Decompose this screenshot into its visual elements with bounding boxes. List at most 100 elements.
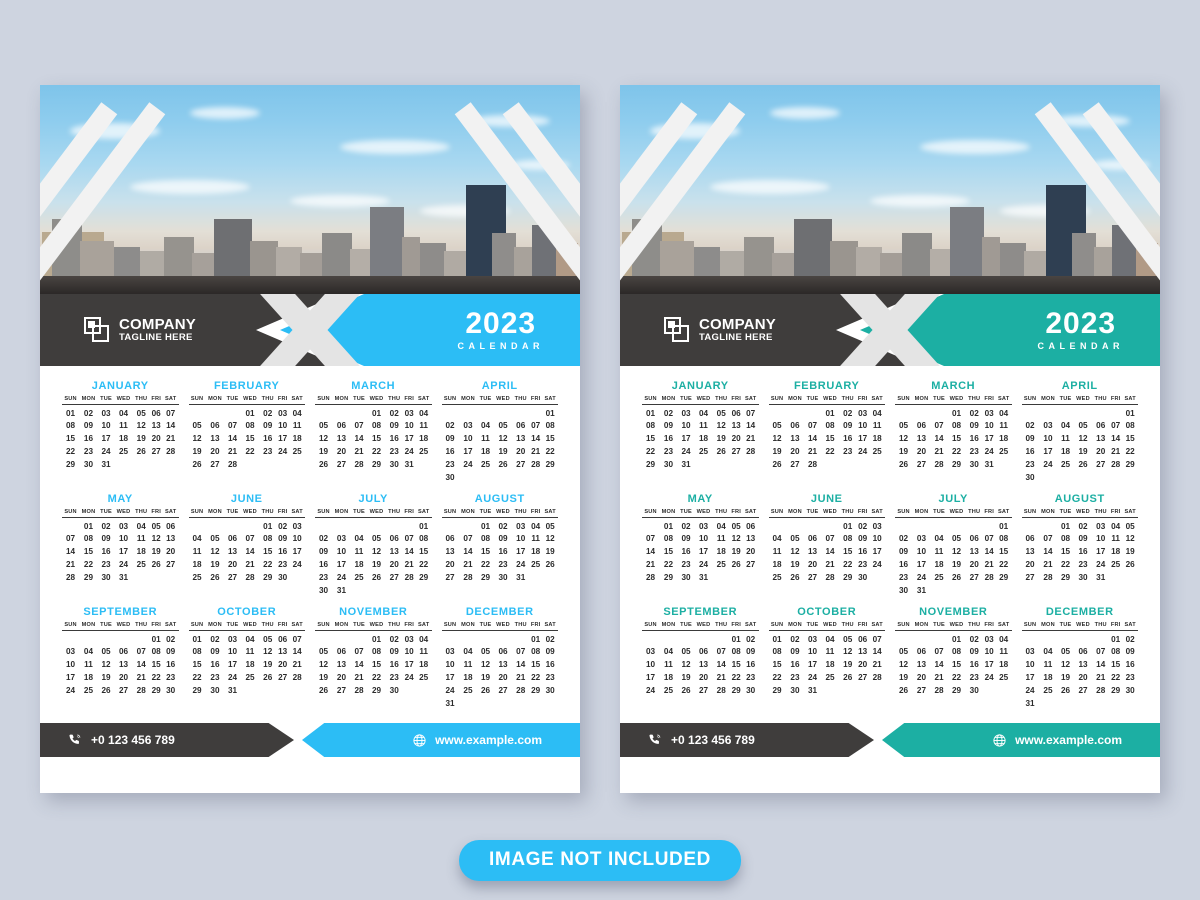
day-cell[interactable]: 10 bbox=[912, 544, 931, 557]
day-cell[interactable]: 11 bbox=[189, 544, 206, 557]
day-cell[interactable]: 01 bbox=[769, 631, 786, 644]
day-cell[interactable]: 22 bbox=[1109, 670, 1122, 683]
day-cell[interactable]: 07 bbox=[931, 644, 947, 657]
day-cell[interactable]: 18 bbox=[289, 431, 305, 444]
day-cell[interactable]: 12 bbox=[678, 657, 694, 670]
day-cell[interactable]: 20 bbox=[730, 431, 743, 444]
day-cell[interactable]: 26 bbox=[895, 683, 912, 696]
day-cell[interactable]: 05 bbox=[315, 644, 332, 657]
day-cell[interactable]: 03 bbox=[512, 518, 529, 531]
day-cell[interactable]: 07 bbox=[133, 644, 150, 657]
day-cell[interactable]: 04 bbox=[694, 405, 713, 418]
day-cell[interactable]: 11 bbox=[416, 644, 432, 657]
day-cell[interactable]: 23 bbox=[386, 670, 403, 683]
day-cell[interactable]: 22 bbox=[542, 444, 558, 457]
day-cell[interactable]: 01 bbox=[947, 631, 966, 644]
day-cell[interactable]: 16 bbox=[1022, 444, 1039, 457]
day-cell[interactable]: 13 bbox=[694, 657, 713, 670]
day-cell[interactable]: 21 bbox=[512, 670, 529, 683]
day-cell[interactable]: 22 bbox=[477, 557, 493, 570]
day-cell[interactable]: 16 bbox=[79, 431, 98, 444]
day-cell[interactable]: 03 bbox=[678, 405, 694, 418]
day-cell[interactable]: 07 bbox=[224, 418, 240, 431]
day-cell[interactable]: 22 bbox=[189, 670, 206, 683]
day-cell[interactable]: 24 bbox=[983, 670, 996, 683]
day-cell[interactable]: 09 bbox=[1122, 644, 1138, 657]
day-cell[interactable]: 24 bbox=[224, 670, 240, 683]
day-cell[interactable]: 25 bbox=[996, 670, 1012, 683]
day-cell[interactable]: 10 bbox=[642, 657, 659, 670]
day-cell[interactable]: 11 bbox=[821, 644, 840, 657]
day-cell[interactable]: 16 bbox=[442, 444, 459, 457]
day-cell[interactable]: 23 bbox=[1074, 557, 1093, 570]
day-cell[interactable]: 28 bbox=[241, 570, 260, 583]
day-cell[interactable]: 21 bbox=[403, 557, 416, 570]
day-cell[interactable]: 02 bbox=[98, 518, 114, 531]
day-cell[interactable]: 17 bbox=[1022, 670, 1039, 683]
day-cell[interactable]: 11 bbox=[114, 418, 133, 431]
day-cell[interactable]: 17 bbox=[62, 670, 79, 683]
day-cell[interactable]: 31 bbox=[912, 583, 931, 596]
day-cell[interactable]: 06 bbox=[743, 518, 759, 531]
day-cell[interactable]: 23 bbox=[98, 557, 114, 570]
day-cell[interactable]: 30 bbox=[856, 570, 869, 583]
day-cell[interactable]: 24 bbox=[98, 444, 114, 457]
day-cell[interactable]: 31 bbox=[98, 457, 114, 470]
day-cell[interactable]: 20 bbox=[332, 670, 351, 683]
day-cell[interactable]: 21 bbox=[289, 657, 305, 670]
day-cell[interactable]: 19 bbox=[730, 544, 743, 557]
day-cell[interactable]: 12 bbox=[1074, 431, 1093, 444]
day-cell[interactable]: 27 bbox=[276, 670, 289, 683]
day-cell[interactable]: 27 bbox=[912, 683, 931, 696]
day-cell[interactable]: 19 bbox=[839, 657, 856, 670]
day-cell[interactable]: 20 bbox=[114, 670, 133, 683]
day-cell[interactable]: 16 bbox=[259, 431, 276, 444]
day-cell[interactable]: 15 bbox=[416, 544, 432, 557]
day-cell[interactable]: 28 bbox=[459, 570, 478, 583]
day-cell[interactable]: 15 bbox=[659, 544, 678, 557]
day-cell[interactable]: 30 bbox=[206, 683, 225, 696]
day-cell[interactable]: 19 bbox=[895, 670, 912, 683]
day-cell[interactable]: 11 bbox=[459, 657, 478, 670]
day-cell[interactable]: 30 bbox=[966, 457, 983, 470]
day-cell[interactable]: 17 bbox=[912, 557, 931, 570]
day-cell[interactable]: 13 bbox=[1092, 431, 1109, 444]
day-cell[interactable]: 05 bbox=[494, 418, 513, 431]
day-cell[interactable]: 12 bbox=[367, 544, 386, 557]
day-cell[interactable]: 26 bbox=[769, 457, 786, 470]
day-cell[interactable]: 27 bbox=[386, 570, 403, 583]
day-cell[interactable]: 30 bbox=[659, 457, 678, 470]
day-cell[interactable]: 14 bbox=[62, 544, 79, 557]
day-cell[interactable]: 18 bbox=[769, 557, 786, 570]
day-cell[interactable]: 06 bbox=[332, 418, 351, 431]
day-cell[interactable]: 02 bbox=[678, 518, 694, 531]
day-cell[interactable]: 11 bbox=[1057, 431, 1073, 444]
day-cell[interactable]: 16 bbox=[386, 431, 403, 444]
day-cell[interactable]: 13 bbox=[150, 418, 163, 431]
day-cell[interactable]: 12 bbox=[133, 418, 150, 431]
day-cell[interactable]: 28 bbox=[289, 670, 305, 683]
day-cell[interactable]: 20 bbox=[966, 557, 983, 570]
day-cell[interactable]: 01 bbox=[259, 518, 276, 531]
day-cell[interactable]: 12 bbox=[542, 531, 558, 544]
day-cell[interactable]: 17 bbox=[98, 431, 114, 444]
day-cell[interactable]: 25 bbox=[931, 570, 947, 583]
day-cell[interactable]: 03 bbox=[912, 531, 931, 544]
day-cell[interactable]: 13 bbox=[206, 431, 225, 444]
day-cell[interactable]: 16 bbox=[386, 657, 403, 670]
day-cell[interactable]: 18 bbox=[1109, 544, 1122, 557]
day-cell[interactable]: 27 bbox=[786, 457, 805, 470]
day-cell[interactable]: 20 bbox=[442, 557, 459, 570]
day-cell[interactable]: 28 bbox=[931, 457, 947, 470]
day-cell[interactable]: 04 bbox=[996, 405, 1012, 418]
day-cell[interactable]: 10 bbox=[459, 431, 478, 444]
day-cell[interactable]: 08 bbox=[1057, 531, 1073, 544]
day-cell[interactable]: 23 bbox=[315, 570, 332, 583]
day-cell[interactable]: 19 bbox=[713, 431, 730, 444]
day-cell[interactable]: 15 bbox=[769, 657, 786, 670]
day-cell[interactable]: 11 bbox=[289, 418, 305, 431]
day-cell[interactable]: 26 bbox=[477, 683, 493, 696]
day-cell[interactable]: 29 bbox=[769, 683, 786, 696]
day-cell[interactable]: 24 bbox=[512, 557, 529, 570]
day-cell[interactable]: 16 bbox=[966, 657, 983, 670]
